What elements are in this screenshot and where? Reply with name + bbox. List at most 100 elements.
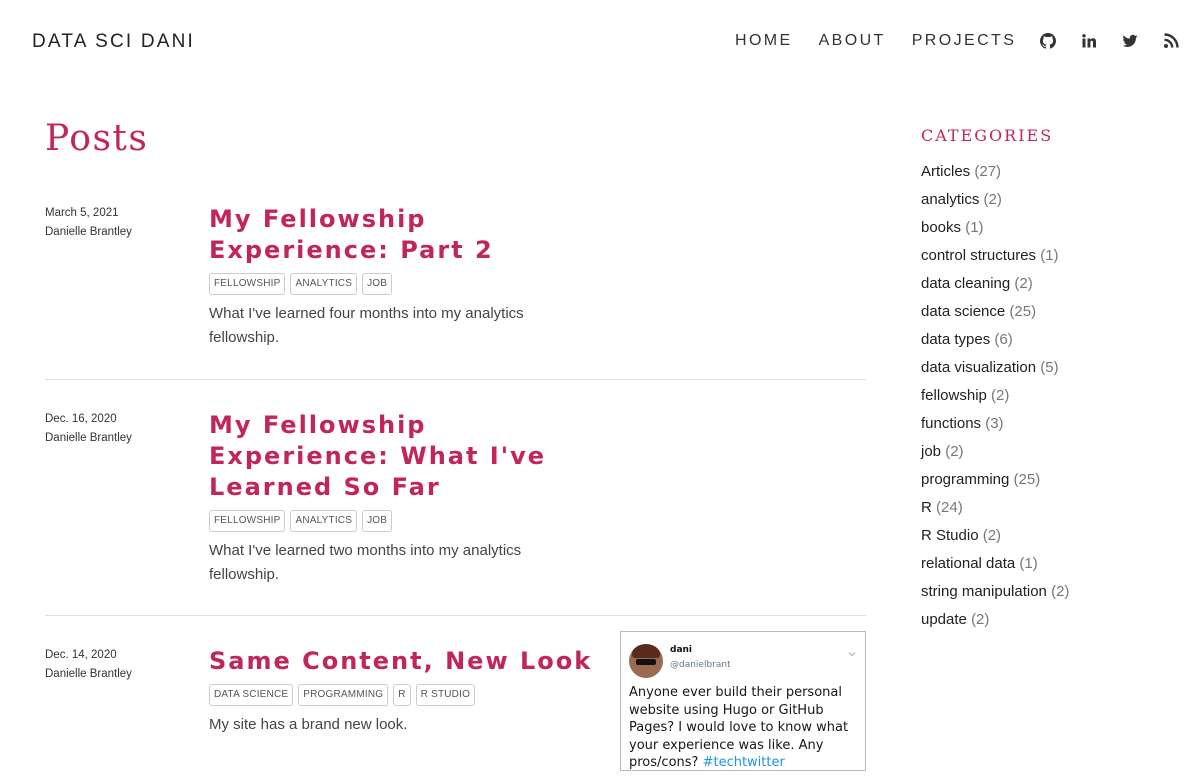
category-item: job (2) [921,438,1171,466]
category-link[interactable]: data cleaning [921,275,1010,292]
post-body: My Fellowship Experience: What I've Lear… [209,410,579,587]
category-link[interactable]: control structures [921,247,1036,264]
post-summary: What I've learned four months into my an… [209,305,524,346]
category-count: (3) [985,415,1004,432]
nav-about[interactable]: ABOUT [819,32,886,50]
category-item: update (2) [921,606,1171,634]
tag[interactable]: JOB [362,273,393,295]
category-link[interactable]: fellowship [921,387,987,404]
tag[interactable]: FELLOWSHIP [209,510,286,532]
post-summary: My site has a brand new look. [209,716,408,733]
category-count: (2) [1014,275,1033,292]
post-thumbnail-tweet[interactable]: dani @danielbrant Anyone ever build thei… [620,631,866,771]
category-link[interactable]: R Studio [921,527,979,544]
category-item: functions (3) [921,410,1171,438]
post-title[interactable]: Same Content, New Look [209,646,619,677]
tag[interactable]: DATA SCIENCE [209,684,294,706]
category-item: string manipulation (2) [921,578,1171,606]
category-item: Articles (27) [921,158,1171,186]
github-icon[interactable] [1040,33,1057,49]
category-item: control structures (1) [921,242,1171,270]
post-tags: DATA SCIENCE PROGRAMMING R R STUDIO [209,684,619,706]
post-author[interactable]: Danielle Brantley [45,223,195,242]
post-date: Dec. 16, 2020 [45,413,117,425]
category-list: Articles (27) analytics (2) books (1) contr… [921,158,1171,634]
category-count: (5) [1040,359,1059,376]
tweet-name: dani [670,645,693,655]
tag[interactable]: ANALYTICS [290,273,358,295]
category-item: books (1) [921,214,1171,242]
post-item: March 5, 2021 Danielle Brantley My Fello… [45,204,866,380]
category-link[interactable]: books [921,219,961,236]
category-item: analytics (2) [921,186,1171,214]
post-author[interactable]: Danielle Brantley [45,429,195,448]
category-item: relational data (1) [921,550,1171,578]
post-body: Same Content, New Look DATA SCIENCE PROG… [209,646,619,737]
tweet-handle: @danielbrant [670,660,731,670]
category-link[interactable]: data visualization [921,359,1036,376]
post-title[interactable]: My Fellowship Experience: Part 2 [209,204,579,266]
category-link[interactable]: string manipulation [921,583,1047,600]
post-tags: FELLOWSHIP ANALYTICS JOB [209,510,579,532]
category-item: fellowship (2) [921,382,1171,410]
category-count: (6) [994,331,1013,348]
category-count: (27) [974,163,1002,180]
tweet-text: Anyone ever build their personal website… [629,684,859,770]
post-title[interactable]: My Fellowship Experience: What I've Lear… [209,410,579,503]
post-tags: FELLOWSHIP ANALYTICS JOB [209,273,579,295]
post-item: Dec. 16, 2020 Danielle Brantley My Fello… [45,410,866,616]
category-item: data types (6) [921,326,1171,354]
tag[interactable]: JOB [362,510,393,532]
category-count: (2) [1051,583,1070,600]
tag[interactable]: ANALYTICS [290,510,358,532]
tag[interactable]: PROGRAMMING [298,684,389,706]
category-count: (2) [983,191,1002,208]
category-count: (24) [936,499,963,516]
post-item: Dec. 14, 2020 Danielle Brantley Same Con… [45,631,866,780]
category-count: (2) [991,387,1010,404]
category-link[interactable]: Articles [921,163,970,180]
category-count: (25) [1009,303,1037,320]
post-summary: What I've learned two months into my ana… [209,542,522,583]
category-link[interactable]: data types [921,331,990,348]
category-link[interactable]: relational data [921,555,1015,572]
category-link[interactable]: programming [921,471,1009,488]
category-item: data science (25) [921,298,1171,326]
category-count: (1) [1040,247,1059,264]
post-meta: March 5, 2021 Danielle Brantley [45,204,195,242]
sidebar-categories: CATEGORIES Articles (27) analytics (2) boo… [921,126,1171,634]
tag[interactable]: FELLOWSHIP [209,273,286,295]
category-item: programming (25) [921,466,1171,494]
category-count: (2) [945,443,964,460]
linkedin-icon[interactable] [1081,33,1097,49]
site-title[interactable]: DATA SCI DANI [32,31,195,53]
category-item: data cleaning (2) [921,270,1171,298]
post-date: March 5, 2021 [45,207,119,219]
category-link[interactable]: data science [921,303,1005,320]
twitter-icon[interactable] [1122,33,1138,49]
chevron-down-icon [847,644,857,657]
category-item: R Studio (2) [921,522,1171,550]
category-link[interactable]: functions [921,415,981,432]
nav-projects[interactable]: PROJECTS [912,32,1017,50]
sidebar-heading: CATEGORIES [921,126,1054,145]
tweet-hashtag: #techtwitter [702,755,785,770]
category-count: (25) [1013,471,1041,488]
tag[interactable]: R [393,684,411,706]
post-date: Dec. 14, 2020 [45,649,117,661]
post-author[interactable]: Danielle Brantley [45,665,195,684]
page-title: Posts [45,118,149,159]
category-link[interactable]: update [921,611,967,628]
category-link[interactable]: job [921,443,941,460]
tag[interactable]: R STUDIO [415,684,476,706]
post-body: My Fellowship Experience: Part 2 FELLOWS… [209,204,579,350]
category-count: (1) [965,219,984,236]
category-link[interactable]: R [921,499,932,516]
nav-home[interactable]: HOME [735,32,793,50]
post-meta: Dec. 16, 2020 Danielle Brantley [45,410,195,448]
post-meta: Dec. 14, 2020 Danielle Brantley [45,646,195,684]
category-link[interactable]: analytics [921,191,979,208]
category-count: (2) [982,527,1002,544]
category-item: data visualization (5) [921,354,1171,382]
rss-icon[interactable] [1163,33,1179,49]
